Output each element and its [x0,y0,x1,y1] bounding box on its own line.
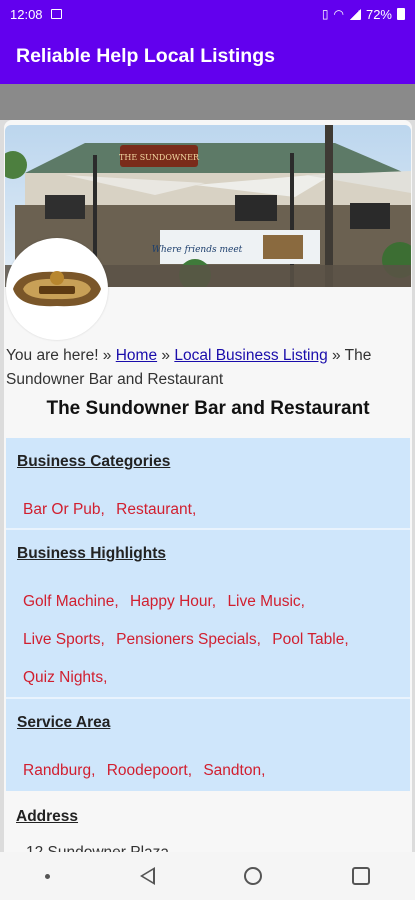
signal-icon [348,8,361,20]
highlight-tag[interactable]: Pensioners Specials, [116,621,261,659]
status-bar: 12:08 ▯ ◠ 72% [0,0,415,28]
hero-sign-text: THE SUNDOWNER [119,153,200,162]
address-title: Address [16,808,79,825]
business-logo [6,238,108,340]
service-area-tag[interactable]: Roodepoort, [107,752,192,790]
nav-dot-icon[interactable] [44,873,50,879]
service-area-title: Service Area [17,714,111,731]
status-time: 12:08 [10,6,43,22]
category-tag[interactable]: Restaurant, [116,491,196,529]
highlights-title: Business Highlights [17,545,166,562]
highlight-tag[interactable]: Quiz Nights, [23,659,107,697]
recents-icon[interactable] [352,867,371,885]
categories-title: Business Categories [17,453,171,470]
highlight-tag[interactable]: Pool Table, [272,621,348,659]
back-icon[interactable] [139,867,155,885]
highlight-tag[interactable]: Live Sports, [23,621,105,659]
header-spacer [0,84,415,120]
battery-icon [397,8,405,20]
address-line: 12 Sundowner Plaza [16,844,399,852]
app-title: Reliable Help Local Listings [16,44,275,67]
service-area-section: Service Area Randburg, Roodepoort, Sandt… [6,699,410,791]
hero-banner-text: Where friends meet [152,245,243,255]
breadcrumb-home-link[interactable]: Home [116,347,157,364]
system-nav-bar [0,852,415,900]
service-area-tag[interactable]: Randburg, [23,752,95,790]
breadcrumb-prefix: You are here! » [6,347,116,364]
battery-percent: 72% [365,6,392,22]
address-section: Address 12 Sundowner Plaza [6,793,410,852]
home-icon[interactable] [244,867,263,885]
page-title: The Sundowner Bar and Restaurant [46,398,370,419]
app-bar: Reliable Help Local Listings [0,28,415,84]
breadcrumb-separator: » [157,347,175,364]
wifi-icon: ◠ [333,7,344,21]
categories-section: Business Categories Bar Or Pub, Restaura… [6,438,410,528]
highlight-tag[interactable]: Golf Machine, [23,583,119,621]
breadcrumb-separator: » [327,347,345,364]
category-tag[interactable]: Bar Or Pub, [23,491,105,529]
breadcrumb: You are here! » Home » Local Business Li… [6,344,408,392]
highlight-tag[interactable]: Happy Hour, [130,583,216,621]
highlights-section: Business Highlights Golf Machine, Happy … [6,530,410,697]
listing-card: THE SUNDOWNER Where friends meet You are… [4,120,412,852]
service-area-tag[interactable]: Sandton, [203,752,265,790]
gallery-icon [50,9,62,19]
highlight-tag[interactable]: Live Music, [227,583,305,621]
vibrate-icon: ▯ [321,7,329,21]
breadcrumb-listing-link[interactable]: Local Business Listing [174,347,327,364]
